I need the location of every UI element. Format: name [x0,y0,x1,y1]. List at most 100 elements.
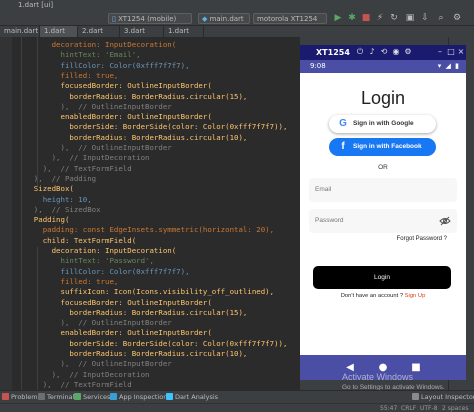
indent-setting[interactable]: 2 spaces [442,405,468,412]
avd-manager-button[interactable]: ▣ [405,13,415,23]
file-encoding[interactable]: UTF-8 [420,405,438,412]
tab-label: main.dart [4,27,39,35]
dart-analysis-tab[interactable]: Dart Analysis [166,393,218,401]
emulator-device-title: XT1254 [316,48,350,57]
code-line[interactable]: padding: const EdgeInsets.symmetric(hori… [16,225,274,235]
code-line[interactable]: filled: true, [16,277,118,287]
close-icon[interactable]: × [457,48,465,56]
tab-1-dart-second[interactable]: 1.dart [164,26,204,37]
tab-label: 1.dart [168,27,190,35]
code-line[interactable]: borderRadius: BorderRadius.circular(10), [16,349,247,359]
signup-link[interactable]: Sign Up [405,293,426,299]
tab-2-dart[interactable]: 2.dart [78,26,120,37]
caret-position[interactable]: 55:47 [380,405,397,412]
layout-inspector-tab[interactable]: Layout Inspector [412,393,474,401]
code-line[interactable]: fillColor: Color(0xfff7f7f7), [16,61,189,71]
tab-main-dart[interactable]: main.dart [0,26,40,37]
login-button[interactable]: Login [313,266,451,289]
code-line[interactable]: ), // Padding [16,174,96,184]
code-line[interactable]: ), // TextFormField [16,164,132,174]
code-line[interactable]: hintText: 'Password', [16,256,153,266]
code-line[interactable]: borderRadius: BorderRadius.circular(15), [16,92,247,102]
device-name-selector[interactable]: motorola XT1254 [253,13,327,24]
problems-tab[interactable]: Problems [2,393,41,401]
password-field[interactable]: Password [309,209,457,233]
android-status-bar: 9:08 ▾ ◢ ▮ [300,60,466,73]
email-placeholder: Email [315,186,332,193]
code-line[interactable]: focusedBorder: OutlineInputBorder( [16,81,211,91]
power-icon[interactable]: ⏻ [356,48,364,56]
code-line[interactable]: enabledBorder: OutlineInputBorder( [16,328,211,338]
tool-window-bar: Problems Terminal Services App Inspectio… [0,390,474,403]
code-line[interactable]: decoration: InputDecoration( [16,246,177,256]
terminal-tab[interactable]: Terminal [38,393,74,401]
maximize-icon[interactable]: □ [447,48,455,56]
run-config-selector[interactable]: ◆ main.dart [198,13,250,24]
code-line[interactable]: decoration: InputDecoration( [16,40,177,50]
services-tab[interactable]: Services [74,393,110,401]
tab-label: 2.dart [82,27,104,35]
code-line[interactable]: ), // InputDecoration [16,153,150,163]
tab-1-dart[interactable]: 1.dart [40,26,78,37]
problems-icon [2,393,9,400]
hot-reload-button[interactable]: ⚡ [375,13,385,23]
stop-icon: ■ [361,13,371,23]
tab-3-dart[interactable]: 3.dart [120,26,164,37]
forgot-password-link[interactable]: Forgot Password ? [397,236,447,242]
device-selector[interactable]: ▯ XT1254 (mobile) [108,13,192,24]
code-line[interactable]: ), // OutlineInputBorder [16,143,171,153]
code-line[interactable]: hintText: 'Email', [16,50,140,60]
line-ending[interactable]: CRLF [401,405,416,412]
rotate-icon[interactable]: ⟲ [380,48,388,56]
code-line[interactable]: ), // TextFormField [16,380,132,390]
settings-icon[interactable]: ⚙ [404,48,412,56]
login-title: Login [360,88,406,108]
code-line[interactable]: enabledBorder: OutlineInputBorder( [16,112,211,122]
tab-label: 3.dart [124,27,146,35]
code-line[interactable]: borderSide: BorderSide(color: Color(0xff… [16,339,287,349]
code-line[interactable]: fillColor: Color(0xfff7f7f7), [16,267,189,277]
activate-windows-title: Activate Windows [342,372,414,382]
sync-button[interactable]: ↻ [389,13,399,23]
debug-button[interactable]: ✱ [347,13,357,23]
code-line[interactable]: ), // SizedBox [16,205,101,215]
camera-icon[interactable]: ◉ [392,48,400,56]
device-name-label: motorola XT1254 [257,15,318,23]
email-field[interactable]: Email [309,178,457,202]
wifi-icon: ▾ [437,62,443,70]
code-editor[interactable]: decoration: InputDecoration( hintText: '… [12,37,300,390]
facebook-signin-button[interactable]: f Sign in with Facebook [329,138,436,156]
google-signin-label: Sign in with Google [353,120,414,127]
code-line[interactable]: borderSide: BorderSide(color: Color(0xff… [16,122,287,132]
code-line[interactable]: child: TextFormField( [16,236,136,246]
code-line[interactable]: SizedBox( [16,184,74,194]
ide-status-bar: 55:47 CRLF UTF-8 2 spaces [0,403,474,412]
minimize-icon[interactable]: – [436,48,444,56]
code-line[interactable]: ), // OutlineInputBorder [16,318,171,328]
code-line[interactable]: suffixIcon: Icon(Icons.visibility_off_ou… [16,287,274,297]
code-line[interactable]: ), // OutlineInputBorder [16,102,171,112]
code-line[interactable]: focusedBorder: OutlineInputBorder( [16,298,211,308]
run-button[interactable]: ▶ [333,13,343,23]
search-button[interactable]: ⌕ [436,13,446,23]
code-line[interactable]: height: 10, [16,195,92,205]
code-line[interactable]: ), // OutlineInputBorder [16,359,171,369]
signup-row: Don't have an account ? Sign Up [300,293,466,299]
code-line[interactable]: borderRadius: BorderRadius.circular(10), [16,133,247,143]
code-line[interactable]: ), // InputDecoration [16,370,150,380]
stop-button[interactable]: ■ [361,13,371,23]
app-inspection-tab[interactable]: App Inspection [110,393,167,401]
sync-icon: ↻ [390,13,398,23]
settings-button[interactable]: ⚙ [452,13,462,23]
or-divider: OR [378,164,388,171]
volume-icon[interactable]: ♪ [368,48,376,56]
code-line[interactable]: borderRadius: BorderRadius.circular(15), [16,308,247,318]
tool-label: App Inspection [119,393,168,401]
sdk-manager-button[interactable]: ⇩ [420,13,430,23]
code-line[interactable]: filled: true, [16,71,118,81]
editor-gutter [0,37,12,390]
visibility-off-icon[interactable] [439,215,451,227]
code-line[interactable]: Padding( [16,215,70,225]
google-signin-button[interactable]: G Sign in with Google [329,115,436,133]
facebook-icon: f [341,141,345,152]
